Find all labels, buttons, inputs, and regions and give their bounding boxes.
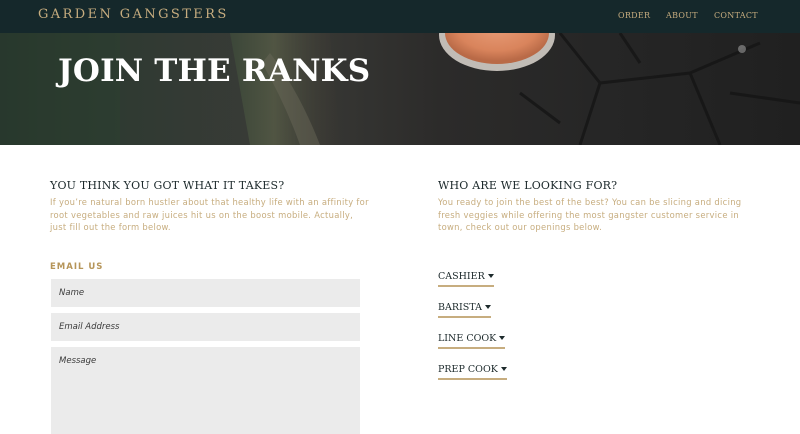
nav-link-contact[interactable]: CONTACT: [714, 11, 758, 20]
caret-down-icon: [487, 274, 494, 278]
job-label: LINE COOK: [438, 333, 497, 344]
name-input[interactable]: [51, 279, 360, 307]
job-dropdown-barista[interactable]: BARISTA: [438, 302, 491, 318]
top-nav: GARDEN GANGSTERS ORDER ABOUT CONTACT: [0, 0, 800, 33]
email-input[interactable]: [51, 313, 360, 341]
looking-description: You ready to join the best of the best? …: [438, 197, 742, 232]
hero-photo: [0, 33, 800, 145]
caret-down-icon: [500, 367, 507, 371]
message-textarea[interactable]: [51, 347, 360, 434]
caret-down-icon: [484, 305, 491, 309]
job-label: PREP COOK: [438, 364, 498, 375]
nav-link-order[interactable]: ORDER: [618, 11, 650, 20]
job-dropdown-cashier[interactable]: CASHIER: [438, 271, 494, 287]
nav-link-about[interactable]: ABOUT: [666, 11, 698, 20]
job-dropdown-prep-cook[interactable]: PREP COOK: [438, 364, 507, 380]
apply-heading: YOU THINK YOU GOT WHAT IT TAKES?: [50, 179, 285, 192]
job-label: CASHIER: [438, 271, 485, 282]
hero-banner: JOIN THE RANKS: [0, 33, 800, 145]
brand-logo[interactable]: GARDEN GANGSTERS: [38, 7, 229, 22]
job-label: BARISTA: [438, 302, 482, 313]
email-us-label: EMAIL US: [50, 262, 104, 272]
looking-heading: WHO ARE WE LOOKING FOR?: [438, 179, 618, 192]
job-dropdown-line-cook[interactable]: LINE COOK: [438, 333, 506, 349]
page-title: JOIN THE RANKS: [58, 53, 371, 89]
caret-down-icon: [499, 336, 506, 340]
apply-description: If you’re natural born hustler about tha…: [50, 197, 369, 232]
